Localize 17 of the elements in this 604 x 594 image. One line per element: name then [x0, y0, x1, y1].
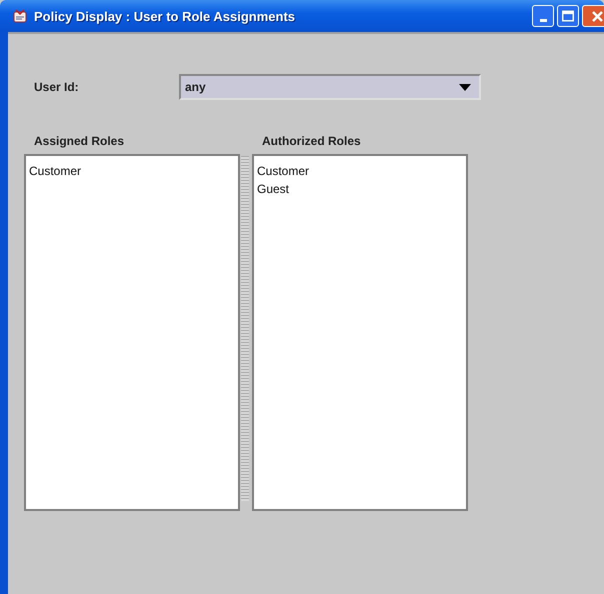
splitter-handle[interactable] [241, 156, 249, 501]
close-button[interactable] [582, 5, 604, 27]
list-item[interactable]: Guest [257, 180, 290, 198]
app-icon [12, 8, 28, 24]
authorized-roles-label: Authorized Roles [261, 134, 362, 148]
maximize-button[interactable] [557, 5, 579, 27]
caret-icon [459, 84, 471, 90]
user-id-dropdown[interactable]: any [179, 74, 481, 100]
minimize-button[interactable] [532, 5, 554, 27]
list-item[interactable]: Customer [257, 162, 310, 180]
list-item[interactable]: Customer [29, 162, 82, 180]
user-id-label: User Id: [34, 80, 80, 94]
assigned-roles-list[interactable]: Customer [24, 154, 240, 511]
authorized-roles-list[interactable]: Customer Guest [252, 154, 468, 511]
window-title: Policy Display : User to Role Assignments [34, 8, 296, 24]
assigned-roles-label: Assigned Roles [33, 134, 126, 148]
minimize-icon [540, 18, 546, 22]
